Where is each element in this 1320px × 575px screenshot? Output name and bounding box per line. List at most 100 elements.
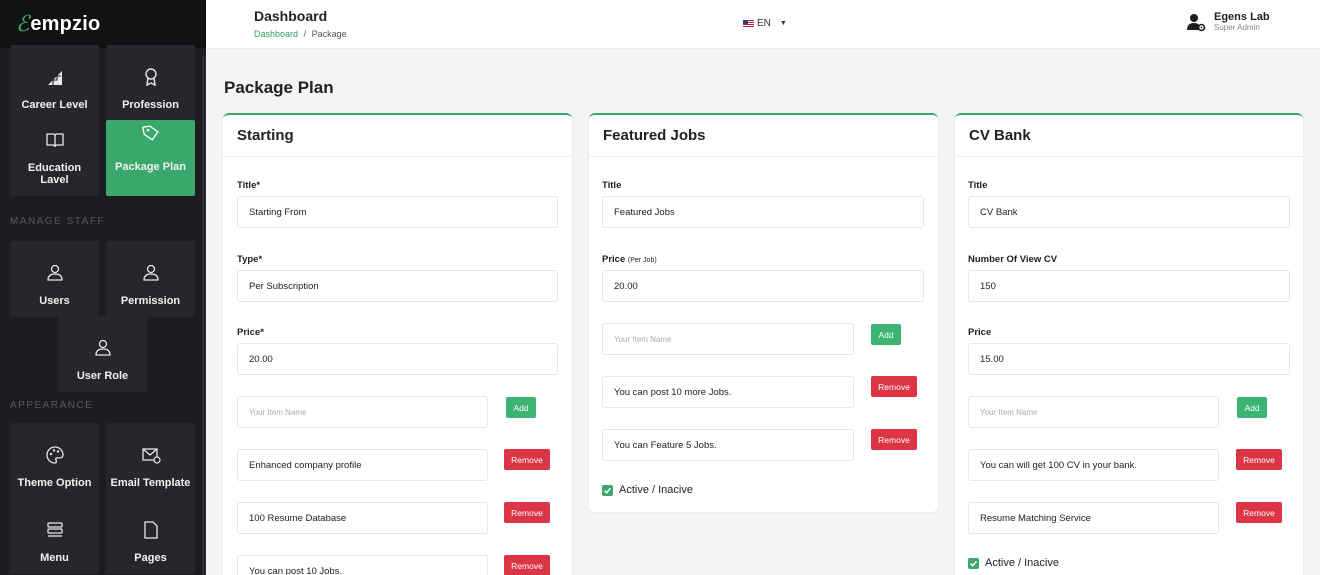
active-toggle[interactable]: Active / Inacive <box>968 557 1059 569</box>
logo-text: empzio <box>30 12 101 35</box>
price-label-text: Price <box>602 254 626 265</box>
topbar: Dashboard Dashboard / Package EN ▼ Egens… <box>206 0 1320 48</box>
price-input[interactable]: 20.00 <box>237 343 558 375</box>
section-title-appearance: APPEARANCE <box>10 400 94 411</box>
remove-item-button[interactable]: Remove <box>1236 502 1282 523</box>
remove-item-button[interactable]: Remove <box>871 429 917 450</box>
user-menu[interactable]: Egens Lab Super Admin <box>1184 10 1270 34</box>
type-select[interactable]: Per Subscription <box>237 270 558 302</box>
item-input[interactable]: Resume Matching Service <box>968 502 1219 534</box>
sidebar-item-email-template[interactable]: Email Template <box>106 423 195 499</box>
checkbox-checked-icon[interactable] <box>968 557 979 569</box>
brand-logo[interactable]: ℰ empzio <box>0 0 206 48</box>
section-title-manage-staff: MANAGE STAFF <box>10 216 106 227</box>
title-input[interactable]: Starting From <box>237 196 558 228</box>
user-role: Super Admin <box>1214 23 1260 32</box>
award-icon <box>141 67 161 87</box>
item-name-input[interactable]: Your Item Name <box>602 323 854 355</box>
item-input[interactable]: You can post 10 more Jobs. <box>602 376 854 408</box>
package-card-featured-jobs: Featured Jobs Title Featured Jobs Price … <box>589 113 938 512</box>
user-admin-icon <box>1184 10 1208 34</box>
sidebar-item-user-role[interactable]: User Role <box>58 316 147 392</box>
sidebar-item-label: Pages <box>134 552 167 564</box>
title-label: Title <box>968 180 988 191</box>
checkbox-checked-icon[interactable] <box>602 484 613 496</box>
price-label: Price <box>968 327 992 338</box>
language-label: EN <box>757 18 771 29</box>
remove-item-button[interactable]: Remove <box>1236 449 1282 470</box>
sidebar-item-users[interactable]: Users <box>10 241 99 317</box>
page-icon <box>141 520 161 540</box>
sidebar-item-label: Permission <box>120 295 181 307</box>
sidebar-item-label: Profession <box>122 99 179 111</box>
item-input[interactable]: You can Feature 5 Jobs. <box>602 429 854 461</box>
add-item-button[interactable]: Add <box>1237 397 1267 418</box>
sidebar-item-permission[interactable]: Permission <box>106 241 195 317</box>
add-item-button[interactable]: Add <box>506 397 536 418</box>
item-input[interactable]: You can post 10 Jobs. <box>237 555 488 575</box>
sidebar-item-label: Education Lavel <box>27 162 82 186</box>
title-input[interactable]: CV Bank <box>968 196 1290 228</box>
package-card-starting: Starting Title* Starting From Type* Per … <box>223 113 572 575</box>
sidebar-item-label: Menu <box>40 552 69 564</box>
palette-icon <box>45 445 65 465</box>
item-input[interactable]: 100 Resume Database <box>237 502 488 534</box>
sidebar-item-label: User Role <box>76 370 129 382</box>
sidebar-item-education-level[interactable]: Education Lavel <box>10 120 99 196</box>
sidebar-item-package-plan[interactable]: Package Plan <box>106 120 195 196</box>
active-toggle[interactable]: Active / Inacive <box>602 484 693 496</box>
card-title: Starting <box>223 115 572 157</box>
stairs-icon <box>45 67 65 87</box>
remove-item-button[interactable]: Remove <box>504 555 550 575</box>
view-cv-input[interactable]: 150 <box>968 270 1290 302</box>
sidebar-item-pages[interactable]: Pages <box>106 498 195 574</box>
sidebar-item-label: Users <box>39 295 70 307</box>
price-input[interactable]: 20.00 <box>602 270 924 302</box>
card-title: CV Bank <box>955 115 1303 157</box>
price-input[interactable]: 15.00 <box>968 343 1290 375</box>
user-icon <box>93 338 113 358</box>
page-title: Package Plan <box>224 78 334 97</box>
title-label: Title* <box>237 180 261 191</box>
sidebar-item-profession[interactable]: Profession <box>106 45 195 121</box>
user-name: Egens Lab <box>1214 11 1270 23</box>
mail-settings-icon <box>141 445 161 465</box>
tag-icon <box>141 123 161 143</box>
sidebar-item-label: Theme Option <box>17 477 92 489</box>
view-cv-label: Number Of View CV <box>968 254 1058 265</box>
user-icon <box>141 263 161 283</box>
title-label: Title <box>602 180 622 191</box>
remove-item-button[interactable]: Remove <box>871 376 917 397</box>
breadcrumb: Dashboard / Package <box>254 29 347 39</box>
price-label: Price (Per Job) <box>602 254 657 265</box>
sidebar-item-menu[interactable]: Menu <box>10 498 99 574</box>
user-icon <box>45 263 65 283</box>
book-icon <box>45 130 65 150</box>
remove-item-button[interactable]: Remove <box>504 449 550 470</box>
package-card-cv-bank: CV Bank Title CV Bank Number Of View CV … <box>955 113 1303 575</box>
sidebar-item-theme-option[interactable]: Theme Option <box>10 423 99 499</box>
item-input[interactable]: Enhanced company profile <box>237 449 488 481</box>
sidebar-scrollbar[interactable] <box>202 56 206 575</box>
header-title: Dashboard <box>254 8 328 24</box>
item-input[interactable]: You can will get 100 CV in your bank. <box>968 449 1219 481</box>
sidebar-item-career-level[interactable]: Career Level <box>10 45 99 121</box>
active-label: Active / Inacive <box>985 557 1059 569</box>
breadcrumb-separator: / <box>303 29 307 39</box>
caret-down-icon: ▼ <box>779 20 787 27</box>
language-selector[interactable]: EN ▼ <box>743 18 787 29</box>
breadcrumb-current: Package <box>311 29 347 39</box>
sidebar-item-label: Email Template <box>110 477 191 489</box>
us-flag-icon <box>743 20 754 27</box>
title-input[interactable]: Featured Jobs <box>602 196 924 228</box>
item-name-input[interactable]: Your Item Name <box>237 396 488 428</box>
breadcrumb-home-link[interactable]: Dashboard <box>254 29 298 39</box>
price-unit-note: (Per Job) <box>627 257 657 264</box>
item-name-input[interactable]: Your Item Name <box>968 396 1219 428</box>
type-label: Type* <box>237 254 263 265</box>
sidebar: ℰ empzio Career Level Profession Educati… <box>0 0 206 575</box>
price-label: Price* <box>237 327 264 338</box>
remove-item-button[interactable]: Remove <box>504 502 550 523</box>
add-item-button[interactable]: Add <box>871 324 901 345</box>
logo-mark: ℰ <box>16 11 30 37</box>
